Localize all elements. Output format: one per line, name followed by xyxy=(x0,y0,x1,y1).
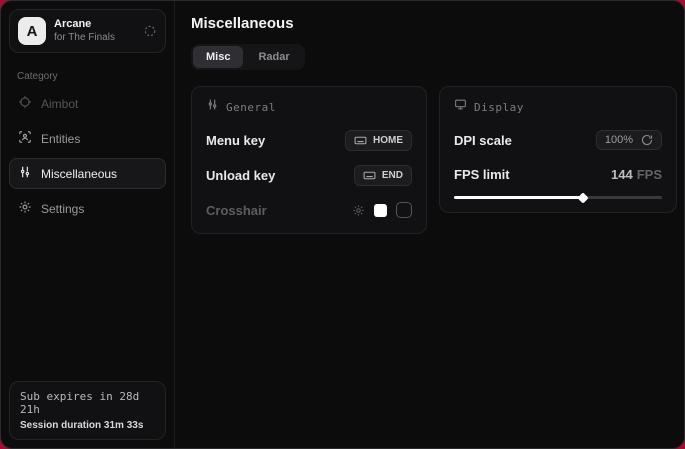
display-card: Display DPI scale 100% FPS limit 144 FPS xyxy=(439,86,677,213)
sidebar-item-aimbot[interactable]: Aimbot xyxy=(9,88,166,119)
display-card-title: Display xyxy=(474,101,524,114)
sidebar-nav: Aimbot Entities Miscellaneous Settings xyxy=(1,88,174,224)
keyboard-icon xyxy=(363,169,376,182)
app-subtitle: for The Finals xyxy=(54,32,135,45)
unload-key-row: Unload key END xyxy=(206,165,412,186)
app-window: A Arcane for The Finals Category Aimbot xyxy=(0,0,685,449)
fps-limit-value: 144 FPS xyxy=(611,167,662,182)
fps-limit-row: FPS limit 144 FPS xyxy=(454,164,662,184)
gear-icon xyxy=(18,200,32,217)
crosshair-icon xyxy=(18,95,32,112)
sidebar-item-label: Aimbot xyxy=(41,97,78,111)
menu-key-bind-button[interactable]: HOME xyxy=(345,130,412,151)
menu-key-label: Menu key xyxy=(206,133,265,148)
general-card-title: General xyxy=(226,101,276,114)
sidebar-item-label: Entities xyxy=(41,132,80,146)
crosshair-label: Crosshair xyxy=(206,203,267,218)
subscription-card: Sub expires in 28d 21h Session duration … xyxy=(9,381,166,440)
category-label: Category xyxy=(17,71,158,82)
sliders-small-icon xyxy=(206,98,219,116)
fps-unit: FPS xyxy=(637,167,662,182)
main-content: Miscellaneous Misc Radar General Menu ke… xyxy=(175,1,685,448)
sidebar-spacer xyxy=(1,224,174,373)
dpi-scale-row: DPI scale 100% xyxy=(454,130,662,150)
app-meta: Arcane for The Finals xyxy=(54,18,135,44)
session-duration-text: Session duration 31m 33s xyxy=(20,420,155,431)
menu-key-value: HOME xyxy=(373,135,403,146)
dpi-scale-value: 100% xyxy=(605,134,633,146)
unload-key-value: END xyxy=(382,170,403,181)
app-header-card: A Arcane for The Finals xyxy=(9,9,166,53)
crosshair-controls xyxy=(352,202,412,218)
fps-limit-slider[interactable] xyxy=(454,196,662,199)
monitor-icon xyxy=(454,98,467,116)
tab-bar: Misc Radar xyxy=(191,44,305,70)
keyboard-icon xyxy=(354,134,367,147)
loader-icon[interactable] xyxy=(143,24,157,38)
sliders-icon xyxy=(18,165,32,182)
unload-key-bind-button[interactable]: END xyxy=(354,165,412,186)
sidebar-item-label: Miscellaneous xyxy=(41,167,117,181)
page-title: Miscellaneous xyxy=(191,15,677,32)
refresh-icon xyxy=(641,134,653,146)
crosshair-settings-gear-icon[interactable] xyxy=(352,204,365,217)
fps-limit-label: FPS limit xyxy=(454,167,510,182)
fps-slider-thumb[interactable] xyxy=(577,192,588,203)
app-logo: A xyxy=(18,17,46,45)
tab-misc[interactable]: Misc xyxy=(193,46,243,68)
sidebar-item-entities[interactable]: Entities xyxy=(9,123,166,154)
general-card-header: General xyxy=(206,98,412,116)
fps-number: 144 xyxy=(611,167,633,182)
crosshair-color-swatch[interactable] xyxy=(374,204,387,217)
app-title: Arcane xyxy=(54,18,135,32)
menu-key-row: Menu key HOME xyxy=(206,130,412,151)
general-card: General Menu key HOME Unload key xyxy=(191,86,427,234)
dpi-scale-label: DPI scale xyxy=(454,133,512,148)
tab-radar[interactable]: Radar xyxy=(245,46,302,68)
sidebar-item-miscellaneous[interactable]: Miscellaneous xyxy=(9,158,166,189)
cards-row: General Menu key HOME Unload key xyxy=(191,86,677,234)
crosshair-row: Crosshair xyxy=(206,200,412,220)
sidebar-item-settings[interactable]: Settings xyxy=(9,193,166,224)
unload-key-label: Unload key xyxy=(206,168,275,183)
display-card-header: Display xyxy=(454,98,662,116)
sidebar-item-label: Settings xyxy=(41,202,84,216)
crosshair-checkbox[interactable] xyxy=(396,202,412,218)
sidebar: A Arcane for The Finals Category Aimbot xyxy=(1,1,175,448)
dpi-scale-selector[interactable]: 100% xyxy=(596,130,662,150)
sub-expires-text: Sub expires in 28d 21h xyxy=(20,390,155,416)
scan-person-icon xyxy=(18,130,32,147)
fps-slider-fill xyxy=(454,196,583,199)
